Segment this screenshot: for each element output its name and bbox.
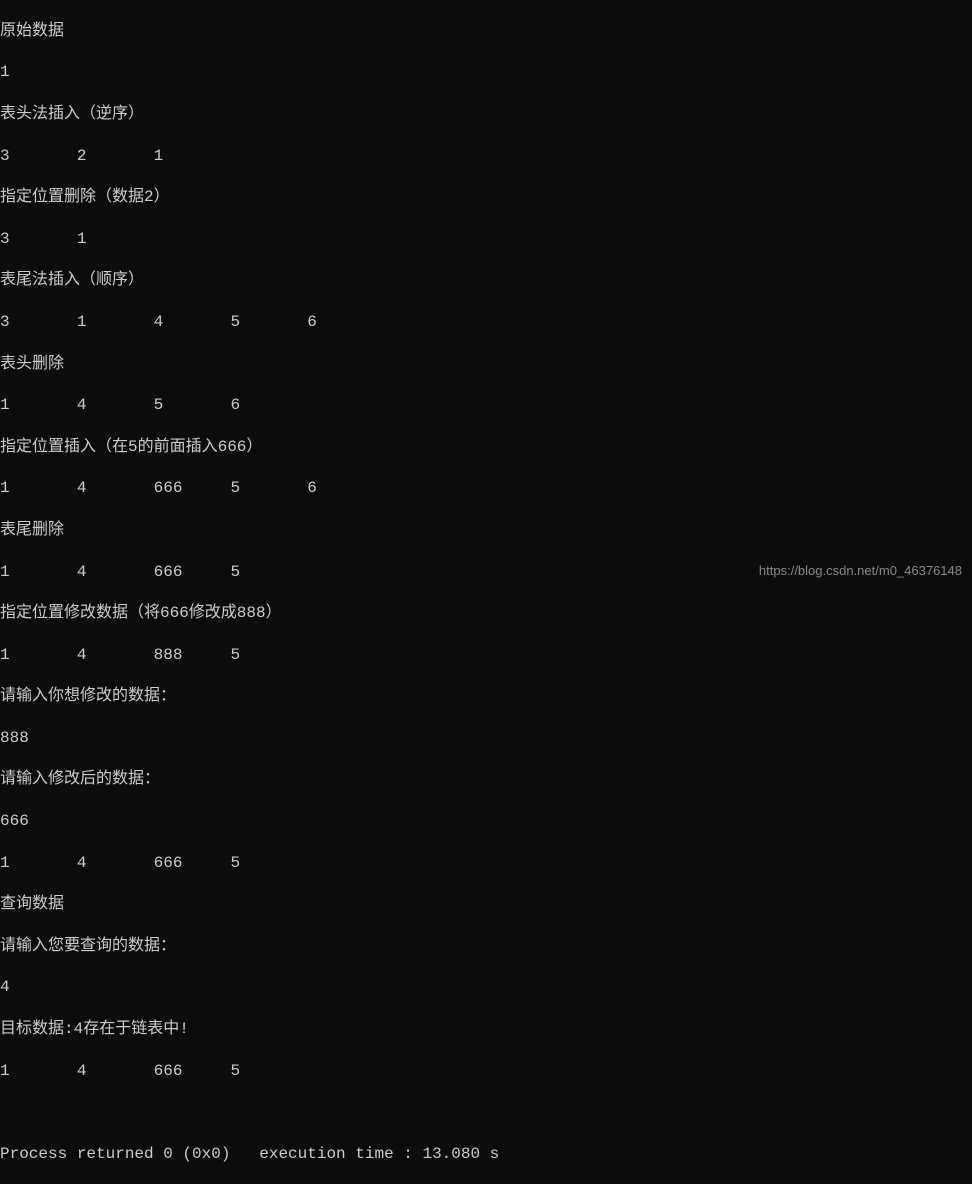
output-line xyxy=(0,1102,972,1123)
watermark-text: https://blog.csdn.net/m0_46376148 xyxy=(759,563,962,580)
output-line: 表头法插入（逆序） xyxy=(0,104,972,125)
output-line: 请输入你想修改的数据： xyxy=(0,686,972,707)
output-line: 请输入您要查询的数据： xyxy=(0,936,972,957)
output-line: 指定位置修改数据（将666修改成888） xyxy=(0,603,972,624)
terminal-output: 原始数据 1 表头法插入（逆序） 3 2 1 指定位置删除（数据2） 3 1 表… xyxy=(0,0,972,1184)
output-line: 1 4 666 5 xyxy=(0,1061,972,1082)
output-line: 指定位置插入（在5的前面插入666） xyxy=(0,437,972,458)
output-line: Process returned 0 (0x0) execution time … xyxy=(0,1144,972,1165)
output-line: 3 1 xyxy=(0,229,972,250)
output-line: 3 1 4 5 6 xyxy=(0,312,972,333)
output-line: 888 xyxy=(0,728,972,749)
output-line: 1 4 666 5 xyxy=(0,853,972,874)
output-line: 4 xyxy=(0,977,972,998)
output-line: 表尾法插入（顺序） xyxy=(0,270,972,291)
output-line: 1 xyxy=(0,62,972,83)
output-line: 查询数据 xyxy=(0,894,972,915)
output-line: 目标数据:4存在于链表中! xyxy=(0,1019,972,1040)
output-line: 1 4 666 5 6 xyxy=(0,478,972,499)
output-line: 原始数据 xyxy=(0,21,972,42)
output-line: 表头删除 xyxy=(0,354,972,375)
output-line: 3 2 1 xyxy=(0,146,972,167)
output-line: 1 4 5 6 xyxy=(0,395,972,416)
output-line: 请输入修改后的数据： xyxy=(0,769,972,790)
output-line: 表尾删除 xyxy=(0,520,972,541)
output-line: 1 4 888 5 xyxy=(0,645,972,666)
output-line: 指定位置删除（数据2） xyxy=(0,187,972,208)
output-line: 666 xyxy=(0,811,972,832)
